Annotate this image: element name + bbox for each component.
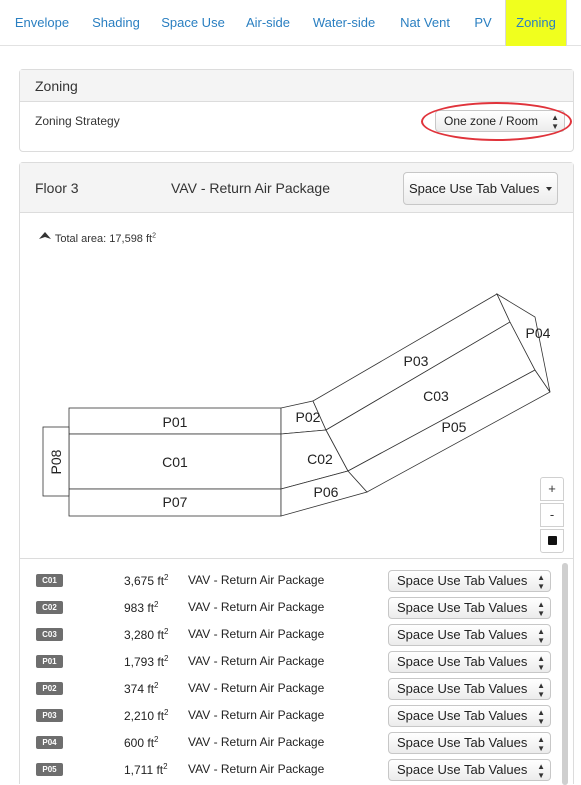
plan-label-c03: C03 (423, 388, 449, 404)
plan-label-p04: P04 (526, 325, 551, 341)
zone-system: VAV - Return Air Package (188, 681, 325, 695)
zone-badge: P02 (36, 682, 63, 695)
floor-panel: Floor 3 VAV - Return Air Package Space U… (19, 162, 575, 785)
tab-water-side[interactable]: Water-side (302, 0, 386, 46)
tab-space-use[interactable]: Space Use (153, 0, 233, 46)
tab-air-side[interactable]: Air-side (236, 0, 300, 46)
fit-view-button[interactable] (540, 529, 564, 553)
tab-bar: Envelope Shading Space Use Air-side Wate… (0, 0, 581, 46)
zone-badge: C01 (36, 574, 63, 587)
updown-arrows-icon: ▲ ▼ (537, 762, 545, 780)
zone-system: VAV - Return Air Package (188, 735, 325, 749)
plan-label-p06: P06 (314, 484, 339, 500)
zone-area: 983 ft2 (124, 600, 159, 615)
zone-space-use-select[interactable]: Space Use Tab Values ▲ ▼ (388, 705, 551, 727)
updown-arrows-icon: ▲ ▼ (537, 681, 545, 699)
zoom-in-button[interactable]: + (540, 477, 564, 501)
floor-header: Floor 3 VAV - Return Air Package Space U… (20, 163, 573, 213)
zone-row: P04 600 ft2 VAV - Return Air Package Spa… (20, 730, 575, 757)
scrollbar-thumb[interactable] (562, 563, 568, 785)
zone-space-use-select[interactable]: Space Use Tab Values ▲ ▼ (388, 651, 551, 673)
floor-name: Floor 3 (35, 180, 79, 196)
total-area-text: Total area: 17,598 ft (54, 233, 153, 245)
zone-list-scrollbar[interactable] (562, 563, 568, 785)
updown-arrows-icon: ▲ ▼ (537, 573, 545, 591)
zone-space-use-select[interactable]: Space Use Tab Values ▲ ▼ (388, 624, 551, 646)
zone-space-use-select[interactable]: Space Use Tab Values ▲ ▼ (388, 732, 551, 754)
zone-system: VAV - Return Air Package (188, 627, 325, 641)
updown-arrows-icon: ▲ ▼ (537, 708, 545, 726)
zone-area: 600 ft2 (124, 735, 159, 750)
zone-row: P01 1,793 ft2 VAV - Return Air Package S… (20, 649, 575, 676)
zone-row: P02 374 ft2 VAV - Return Air Package Spa… (20, 676, 575, 703)
tab-nat-vent[interactable]: Nat Vent (389, 0, 461, 46)
zone-space-use-select[interactable]: Space Use Tab Values ▲ ▼ (388, 597, 551, 619)
plan-label-p05: P05 (442, 419, 467, 435)
zoom-out-button[interactable]: - (540, 503, 564, 527)
updown-arrows-icon: ▲ ▼ (537, 627, 545, 645)
zone-badge: P05 (36, 763, 63, 776)
zone-space-use-select[interactable]: Space Use Tab Values ▲ ▼ (388, 678, 551, 700)
floor-plan: P01 C01 P07 P08 P02 C02 P06 P03 C03 P05 … (42, 292, 551, 517)
tab-shading[interactable]: Shading (81, 0, 151, 46)
floor-space-use-select[interactable]: Space Use Tab Values (403, 172, 558, 205)
zone-area: 1,711 ft2 (124, 762, 168, 777)
caret-down-icon (546, 187, 552, 191)
tab-pv[interactable]: PV (463, 0, 503, 46)
zone-row: C02 983 ft2 VAV - Return Air Package Spa… (20, 595, 575, 622)
updown-arrows-icon: ▲ ▼ (537, 735, 545, 753)
zoning-panel-title: Zoning (20, 70, 573, 102)
zone-badge: C03 (36, 628, 63, 641)
zone-space-use-select[interactable]: Space Use Tab Values ▲ ▼ (388, 570, 551, 592)
zone-system: VAV - Return Air Package (188, 654, 325, 668)
plan-label-p08: P08 (48, 449, 64, 474)
zone-area: 2,210 ft2 (124, 708, 169, 723)
zoning-strategy-label: Zoning Strategy (35, 114, 120, 128)
zoning-panel: Zoning Zoning Strategy One zone / Room ▲… (19, 69, 574, 152)
plan-label-p02: P02 (296, 409, 321, 425)
total-area-exp: 2 (152, 232, 156, 240)
zone-row: C01 3,675 ft2 VAV - Return Air Package S… (20, 568, 575, 595)
north-arrow-icon (39, 232, 51, 239)
zone-system: VAV - Return Air Package (188, 762, 325, 776)
zone-row: C03 3,280 ft2 VAV - Return Air Package S… (20, 622, 575, 649)
tab-envelope[interactable]: Envelope (4, 0, 80, 46)
zoning-strategy-select[interactable]: One zone / Room ▲ ▼ (435, 110, 565, 132)
plan-label-p07: P07 (163, 494, 188, 510)
updown-arrows-icon: ▲ ▼ (537, 600, 545, 618)
divider (20, 558, 573, 559)
zone-system: VAV - Return Air Package (188, 573, 325, 587)
zone-row: P05 1,711 ft2 VAV - Return Air Package S… (20, 757, 575, 784)
zone-system: VAV - Return Air Package (188, 600, 325, 614)
zone-area: 3,675 ft2 (124, 573, 169, 588)
zone-badge: P01 (36, 655, 63, 668)
updown-arrows-icon: ▲ ▼ (551, 113, 559, 131)
zone-space-use-select[interactable]: Space Use Tab Values ▲ ▼ (388, 759, 551, 781)
floor-select-value: Space Use Tab Values (409, 181, 540, 196)
plan-label-c02: C02 (307, 451, 333, 467)
total-area: Total area: 17,598 ft2 (38, 231, 156, 245)
zone-area: 3,280 ft2 (124, 627, 169, 642)
tab-zoning[interactable]: Zoning (505, 0, 567, 46)
zone-row: P03 2,210 ft2 VAV - Return Air Package S… (20, 703, 575, 730)
updown-arrows-icon: ▲ ▼ (537, 654, 545, 672)
zoning-strategy-value: One zone / Room (444, 114, 539, 128)
plan-label-c01: C01 (162, 454, 188, 470)
zone-badge: P04 (36, 736, 63, 749)
plan-label-p01: P01 (163, 414, 188, 430)
zone-badge: P03 (36, 709, 63, 722)
square-icon (547, 536, 557, 545)
plan-label-p03: P03 (404, 353, 429, 369)
zone-badge: C02 (36, 601, 63, 614)
zone-area: 374 ft2 (124, 681, 159, 696)
zone-system: VAV - Return Air Package (188, 708, 325, 722)
zone-area: 1,793 ft2 (124, 654, 169, 669)
floor-system: VAV - Return Air Package (171, 180, 330, 196)
